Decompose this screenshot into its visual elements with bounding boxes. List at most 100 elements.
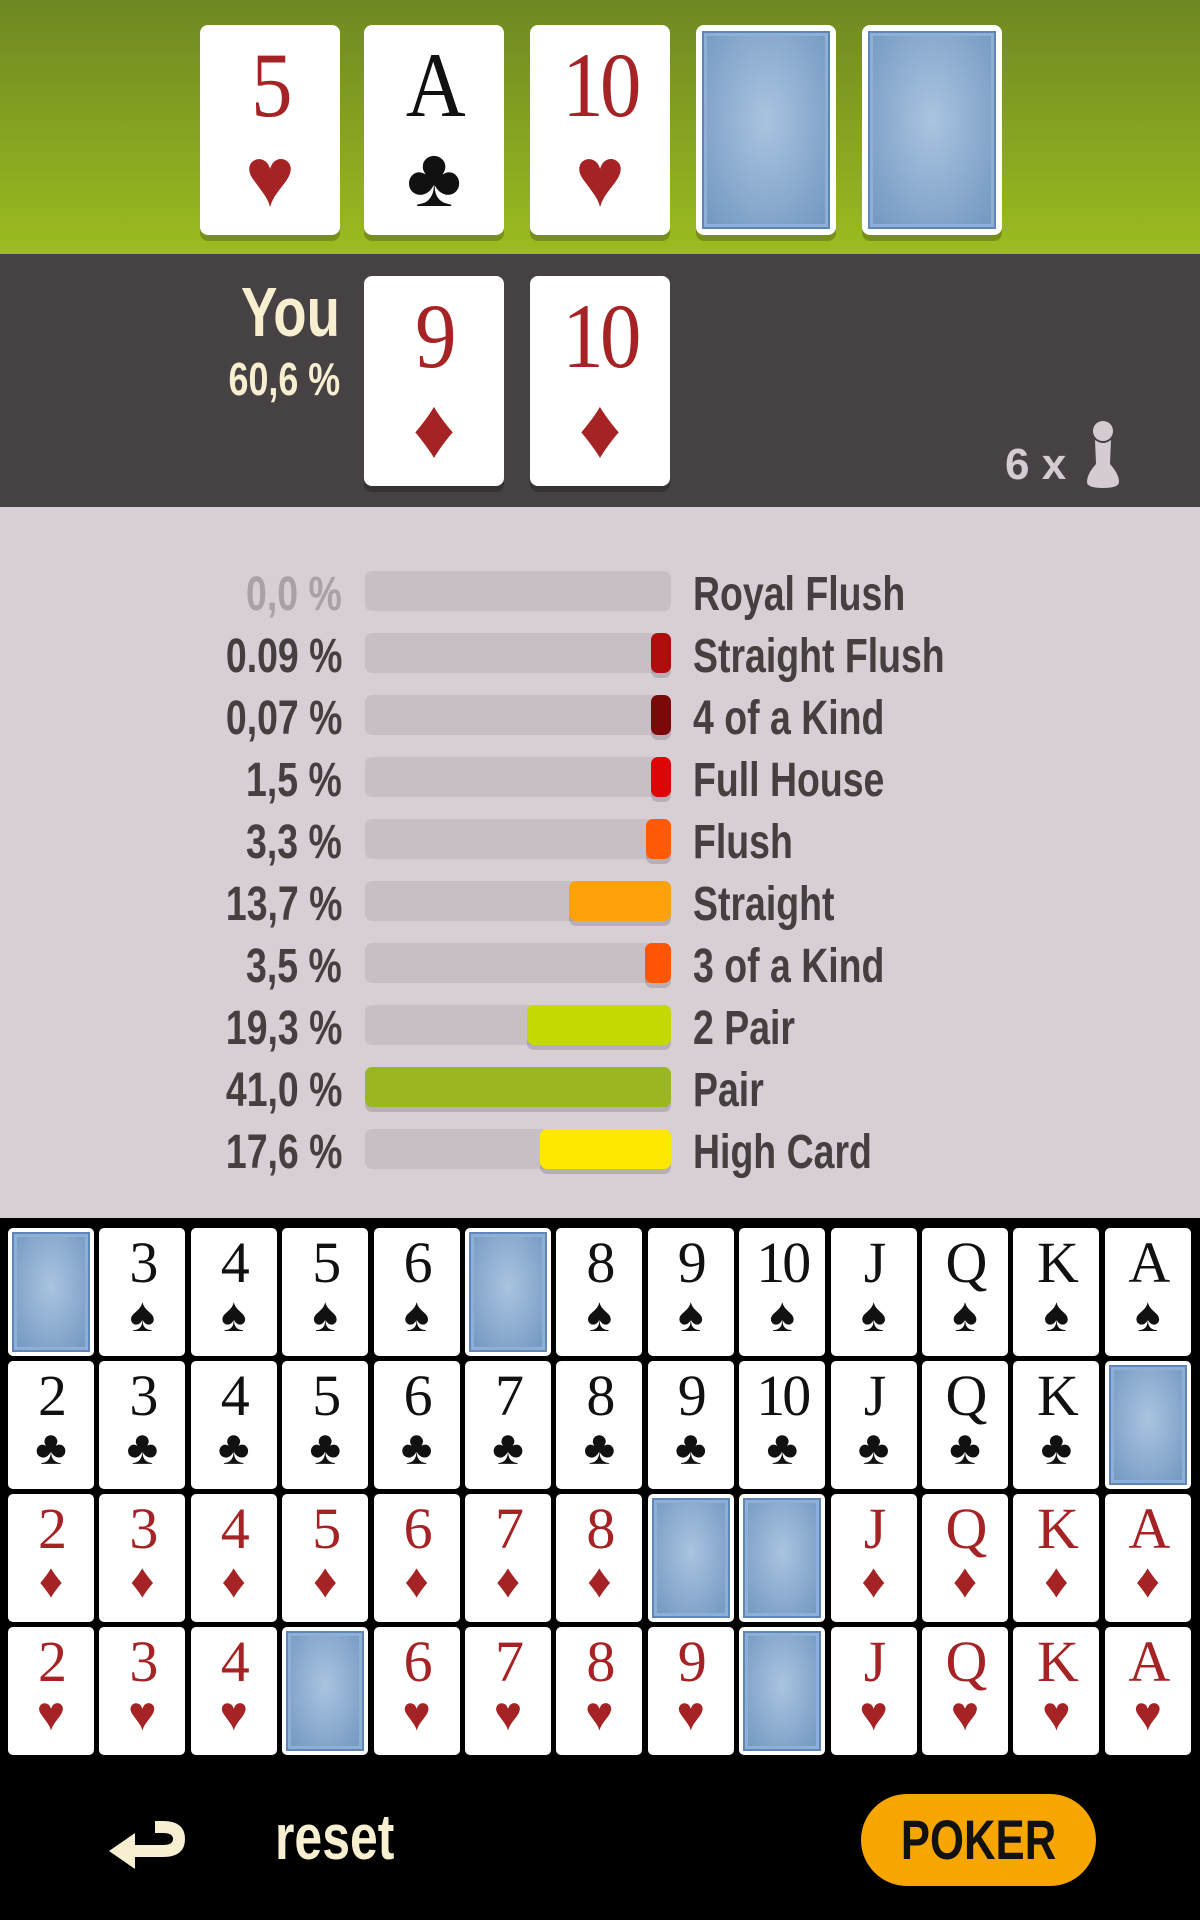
deck-card[interactable]: 4 ♦	[190, 1494, 277, 1622]
deck-card[interactable]: 8 ♦	[556, 1494, 643, 1622]
win-percent: 60,6 %	[197, 352, 340, 406]
deck-card-face-down[interactable]	[739, 1494, 826, 1622]
card-rank: 5	[312, 1363, 341, 1428]
card-suit-icon: ♣	[218, 1422, 250, 1475]
deck-card[interactable]: 4 ♠	[190, 1228, 277, 1356]
card-rank: 5	[251, 34, 292, 136]
deck-card-face-down[interactable]	[8, 1228, 94, 1356]
deck-card[interactable]: K ♦	[1013, 1494, 1100, 1622]
deck-card[interactable]: A ♦	[1104, 1494, 1191, 1622]
card-suit-icon: ♦	[312, 1555, 338, 1608]
deck-card[interactable]: 9 ♣	[647, 1361, 734, 1489]
hand-percent-text: 3,5 %	[246, 940, 342, 993]
card-suit-icon: ♣	[857, 1422, 890, 1475]
deck-card[interactable]: 5 ♠	[282, 1228, 369, 1356]
deck-card[interactable]: Q ♥	[922, 1627, 1008, 1755]
deck-card-face-down[interactable]	[1104, 1361, 1191, 1489]
probability-bar-fill	[539, 1129, 671, 1169]
hand-percent: 0,07 %	[193, 691, 342, 746]
deck-card[interactable]: 9 ♥	[647, 1627, 734, 1755]
deck-card[interactable]: J ♥	[830, 1627, 917, 1755]
card-suit-icon: ♠	[769, 1289, 795, 1342]
probability-bar-fill	[651, 633, 671, 673]
deck-card[interactable]: 8 ♠	[556, 1228, 643, 1356]
deck-card[interactable]: J ♠	[830, 1228, 917, 1356]
card-rank: Q	[945, 1363, 988, 1428]
hand-probabilities: 0,0 % Royal Flush 0.09 % Straight Flush 0,07…	[0, 507, 1200, 1218]
deck-card[interactable]: 3 ♥	[99, 1627, 186, 1755]
deck-card[interactable]: 10 ♠	[739, 1228, 826, 1356]
card-suit-icon: ♣	[1040, 1422, 1073, 1475]
reset-button[interactable]: reset	[275, 1800, 428, 1874]
deck-card[interactable]: K ♥	[1013, 1627, 1100, 1755]
card-rank: 4	[220, 1629, 250, 1694]
deck-card[interactable]: 3 ♠	[99, 1228, 186, 1356]
hand-percent-text: 19,3 %	[225, 1002, 342, 1055]
hand-percent-text: 0.09 %	[225, 630, 342, 683]
probability-bar	[365, 943, 671, 983]
deck-card[interactable]: 4 ♥	[190, 1627, 277, 1755]
deck-card[interactable]: 3 ♣	[99, 1361, 186, 1489]
hand-label-text: 2 Pair	[693, 1002, 795, 1055]
deck-card[interactable]: 10 ♣	[739, 1361, 826, 1489]
deck-card-face-down[interactable]	[465, 1228, 551, 1356]
card-suit-icon: ♥	[219, 1688, 249, 1741]
deck-card[interactable]: 5 ♣	[282, 1361, 369, 1489]
board-card[interactable]: 10 ♥	[530, 25, 670, 235]
deck-card[interactable]: Q ♦	[922, 1494, 1008, 1622]
opponent-count[interactable]: 6 x	[1005, 440, 1066, 490]
hand-percent: 17,6 %	[193, 1125, 342, 1180]
hole-card[interactable]: 9 ♦	[364, 276, 504, 486]
deck-card[interactable]: 7 ♦	[465, 1494, 551, 1622]
deck-card[interactable]: 6 ♠	[373, 1228, 460, 1356]
hand-label-text: Royal Flush	[693, 568, 906, 621]
deck-card[interactable]: A ♠	[1104, 1228, 1191, 1356]
card-suit-icon: ♥	[575, 130, 625, 224]
return-arrow-icon[interactable]	[105, 1815, 190, 1875]
deck-card[interactable]: A ♥	[1104, 1627, 1191, 1755]
deck-card[interactable]: 7 ♥	[465, 1627, 551, 1755]
deck-card[interactable]: K ♠	[1013, 1228, 1100, 1356]
card-suit-icon: ♥	[402, 1688, 431, 1741]
card-rank: 6	[403, 1496, 433, 1561]
board-card[interactable]: A ♣	[364, 25, 504, 235]
deck-card[interactable]: 4 ♣	[190, 1361, 277, 1489]
deck-card[interactable]: Q ♠	[922, 1228, 1008, 1356]
card-suit-icon: ♣	[949, 1422, 981, 1475]
deck-card-face-down[interactable]	[282, 1627, 369, 1755]
card-rank: A	[1128, 1230, 1170, 1295]
deck-card[interactable]: J ♦	[830, 1494, 917, 1622]
poker-button[interactable]: POKER	[861, 1794, 1096, 1886]
deck-card[interactable]: 9 ♠	[647, 1228, 734, 1356]
deck-card-face-down[interactable]	[739, 1627, 826, 1755]
deck-card[interactable]: 2 ♣	[8, 1361, 94, 1489]
board-card-face-down[interactable]	[862, 25, 1002, 235]
deck-card[interactable]: 6 ♦	[373, 1494, 460, 1622]
deck-card[interactable]: K ♣	[1013, 1361, 1100, 1489]
deck-card[interactable]: 6 ♥	[373, 1627, 460, 1755]
card-rank: 10	[756, 1363, 811, 1428]
deck-card[interactable]: 3 ♦	[99, 1494, 186, 1622]
hand-percent: 41,0 %	[193, 1063, 342, 1118]
deck-card[interactable]: 2 ♥	[8, 1627, 94, 1755]
deck-card[interactable]: Q ♣	[922, 1361, 1008, 1489]
hand-row: 0.09 % Straight Flush	[0, 629, 1200, 683]
deck-card[interactable]: 8 ♣	[556, 1361, 643, 1489]
hole-card[interactable]: 10 ♦	[530, 276, 670, 486]
deck-card-face-down[interactable]	[647, 1494, 734, 1622]
card-suit-icon: ♣	[126, 1422, 159, 1475]
deck-card[interactable]: 8 ♥	[556, 1627, 643, 1755]
board-card-face-down[interactable]	[696, 25, 836, 235]
poker-label: POKER	[900, 1808, 1057, 1871]
board-card[interactable]: 5 ♥	[200, 25, 340, 235]
deck-card[interactable]: J ♣	[830, 1361, 917, 1489]
deck-card[interactable]: 2 ♦	[8, 1494, 94, 1622]
probability-bar	[365, 1005, 671, 1045]
card-rank: 5	[312, 1496, 341, 1561]
pawn-icon[interactable]	[1085, 420, 1121, 488]
deck-card[interactable]: 5 ♦	[282, 1494, 369, 1622]
card-rank: A	[1128, 1629, 1170, 1694]
deck-card[interactable]: 6 ♣	[373, 1361, 460, 1489]
probability-bar-fill	[651, 757, 671, 797]
deck-card[interactable]: 7 ♣	[465, 1361, 551, 1489]
